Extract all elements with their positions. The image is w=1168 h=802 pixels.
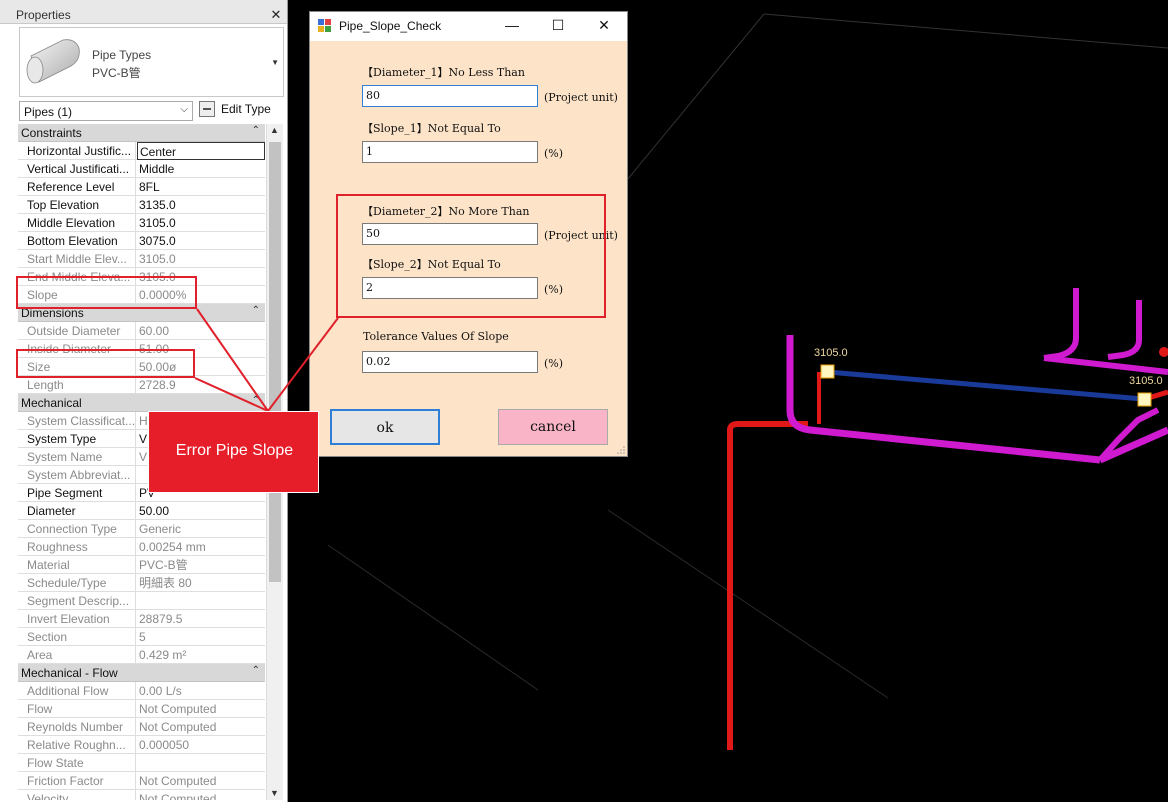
annotation-leader-lines: [194, 308, 339, 412]
error-callout-text: Error Pipe Slope: [175, 442, 294, 459]
revit-workspace: 3105.0 3105.0 Properties ✕ Pipe Types PV…: [0, 0, 1168, 802]
error-callout: Error Pipe Slope: [148, 411, 319, 493]
